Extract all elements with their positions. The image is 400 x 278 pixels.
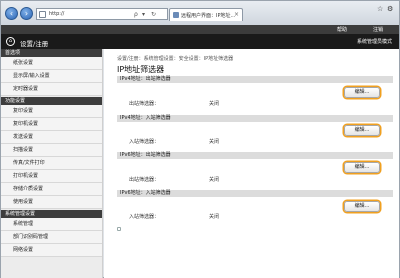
edit-button-ipv4-outbound[interactable]: 编辑... (344, 87, 380, 98)
section-header-ipv4-inbound: IPv4地址：入站筛选器 (117, 115, 393, 122)
logout-link[interactable]: 注销 (373, 26, 383, 33)
sidebar-group-functions: 功能设置 (1, 97, 102, 105)
forward-button[interactable]: › (20, 7, 33, 20)
search-icon[interactable]: ρ (134, 11, 138, 18)
tab-title: 远程用户界面：IP地址... (181, 13, 236, 19)
sidebar-item-timer[interactable]: 定时器设置 (1, 83, 102, 96)
app-title: 设置/注册 (20, 40, 49, 48)
address-bar[interactable]: http:// ρ ▾ ↻ (36, 8, 168, 20)
refresh-icon[interactable]: ↻ (151, 11, 156, 18)
page-icon (39, 11, 46, 18)
sidebar-item-fax[interactable]: 传真/文件打印 (1, 157, 102, 170)
dropdown-icon[interactable]: ▾ (142, 11, 145, 18)
breadcrumb: 设置/注册：系统管理设置：安全设置：IP地址筛选器 (117, 56, 234, 62)
ipv4-outbound-label: 出站筛选器： (129, 101, 160, 107)
sidebar-item-display[interactable]: 显示屏/输入设置 (1, 70, 102, 83)
sidebar-item-scan[interactable]: 扫描设置 (1, 144, 102, 157)
back-button[interactable]: ‹ (5, 7, 18, 20)
sidebar: 首选项 纸张设置 显示屏/输入设置 定时器设置 功能设置 复印设置 复印机设置 … (1, 49, 103, 278)
help-link[interactable]: 帮助 (337, 26, 347, 33)
sidebar-item-printer[interactable]: 打印机设置 (1, 170, 102, 183)
address-text: http:// (49, 11, 65, 17)
sidebar-item-copy[interactable]: 复印设置 (1, 105, 102, 118)
edit-button-ipv4-inbound[interactable]: 编辑... (344, 125, 380, 136)
ipv4-inbound-label: 入站筛选器： (129, 139, 160, 145)
app-header: ⌂ 设置/注册 系统管理员模式 (1, 34, 399, 49)
ipv6-inbound-label: 入站筛选器： (129, 214, 160, 220)
close-tab-icon[interactable]: × (234, 11, 239, 18)
browser-toolbar: ‹ › http:// ρ ▾ ↻ 远程用户界面：IP地址... × ☆ ⚙ (1, 1, 399, 25)
ipv6-outbound-label: 出站筛选器： (129, 177, 160, 183)
browser-tab[interactable]: 远程用户界面：IP地址... × (169, 8, 243, 21)
ipv6-inbound-value: 关闭 (209, 214, 220, 220)
settings-gear-icon[interactable]: ⚙ (387, 5, 393, 13)
edit-button-ipv6-inbound[interactable]: 编辑... (344, 201, 380, 212)
app-top-bar: 帮助 注销 (1, 25, 399, 34)
page-title: IP地址筛选器 (117, 65, 165, 74)
sidebar-group-preferences: 首选项 (1, 49, 102, 57)
sidebar-item-send[interactable]: 发送设置 (1, 131, 102, 144)
ipv4-outbound-value: 关闭 (209, 101, 220, 107)
sidebar-item-system-management[interactable]: 系统管理 (1, 218, 102, 231)
browser-window: ‹ › http:// ρ ▾ ↻ 远程用户界面：IP地址... × ☆ ⚙ 帮… (0, 0, 400, 278)
section-header-ipv6-inbound: IPv6地址：入站筛选器 (117, 190, 393, 197)
edit-button-ipv6-outbound[interactable]: 编辑... (344, 162, 380, 173)
scroll-indicator (117, 227, 121, 231)
mode-label: 系统管理员模式 (356, 39, 392, 45)
sidebar-item-paper[interactable]: 纸张设置 (1, 57, 102, 70)
sidebar-group-system: 系统管理设置 (1, 210, 102, 218)
portal-home-icon[interactable]: ⌂ (6, 37, 15, 46)
sidebar-item-usage[interactable]: 使用设置 (1, 196, 102, 209)
sidebar-item-department-id[interactable]: 部门识别码管理 (1, 231, 102, 244)
sidebar-item-network[interactable]: 网络设置 (1, 244, 102, 257)
sidebar-item-copier[interactable]: 复印机设置 (1, 118, 102, 131)
section-header-ipv4-outbound: IPv4地址：出站筛选器 (117, 76, 393, 83)
ipv6-outbound-value: 关闭 (209, 177, 220, 183)
main-content: 设置/注册：系统管理设置：安全设置：IP地址筛选器 IP地址筛选器 IPv4地址… (104, 49, 399, 278)
sidebar-item-storage[interactable]: 存储介质设置 (1, 183, 102, 196)
section-header-ipv6-outbound: IPv6地址：出站筛选器 (117, 152, 393, 159)
favorites-icon[interactable]: ☆ (377, 5, 383, 13)
ipv4-inbound-value: 关闭 (209, 139, 220, 145)
tab-favicon-icon (173, 12, 179, 18)
